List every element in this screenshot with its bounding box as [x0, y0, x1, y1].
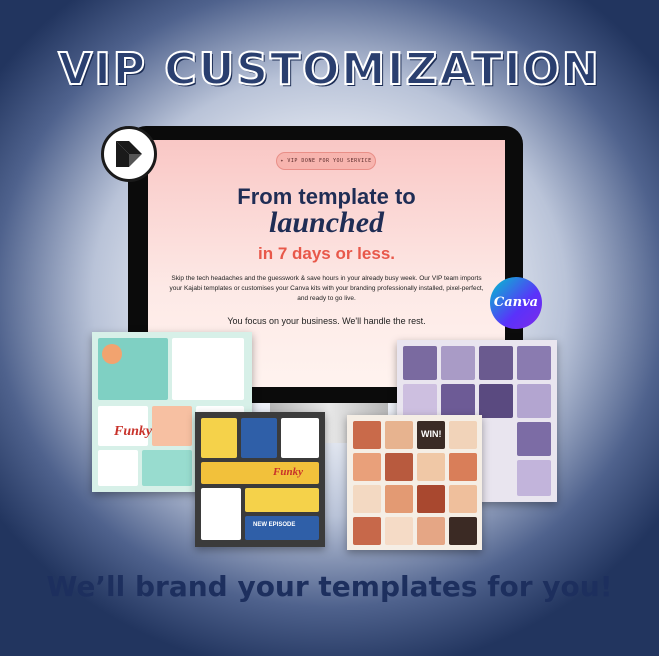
- tagline: We’ll brand your templates for you!: [46, 570, 613, 603]
- kajabi-logo-icon: [101, 126, 157, 182]
- mint-brand-mark: Funky: [114, 424, 153, 439]
- screen-body-text: Skip the tech headaches and the guesswor…: [169, 275, 484, 302]
- dark-template-mockup: Funky NEW EPISODE: [195, 412, 325, 547]
- dark-brand-mark: Funky: [273, 466, 303, 478]
- screen-heading-line3: in 7 days or less.: [257, 244, 395, 263]
- canva-logo: Canva: [490, 277, 542, 329]
- page-title: VIP CUSTOMIZATION: [57, 43, 601, 96]
- peach-win-badge: WIN!: [421, 429, 442, 439]
- dark-banner-text: NEW EPISODE: [253, 522, 296, 528]
- peach-template-mockup: WIN!: [347, 415, 482, 550]
- screen-heading-line2: launched: [268, 206, 385, 239]
- vip-service-pill: ✦ VIP DONE FOR YOU SERVICE: [276, 152, 376, 170]
- screen-focus-text: You focus on your business. We'll handle…: [227, 316, 426, 326]
